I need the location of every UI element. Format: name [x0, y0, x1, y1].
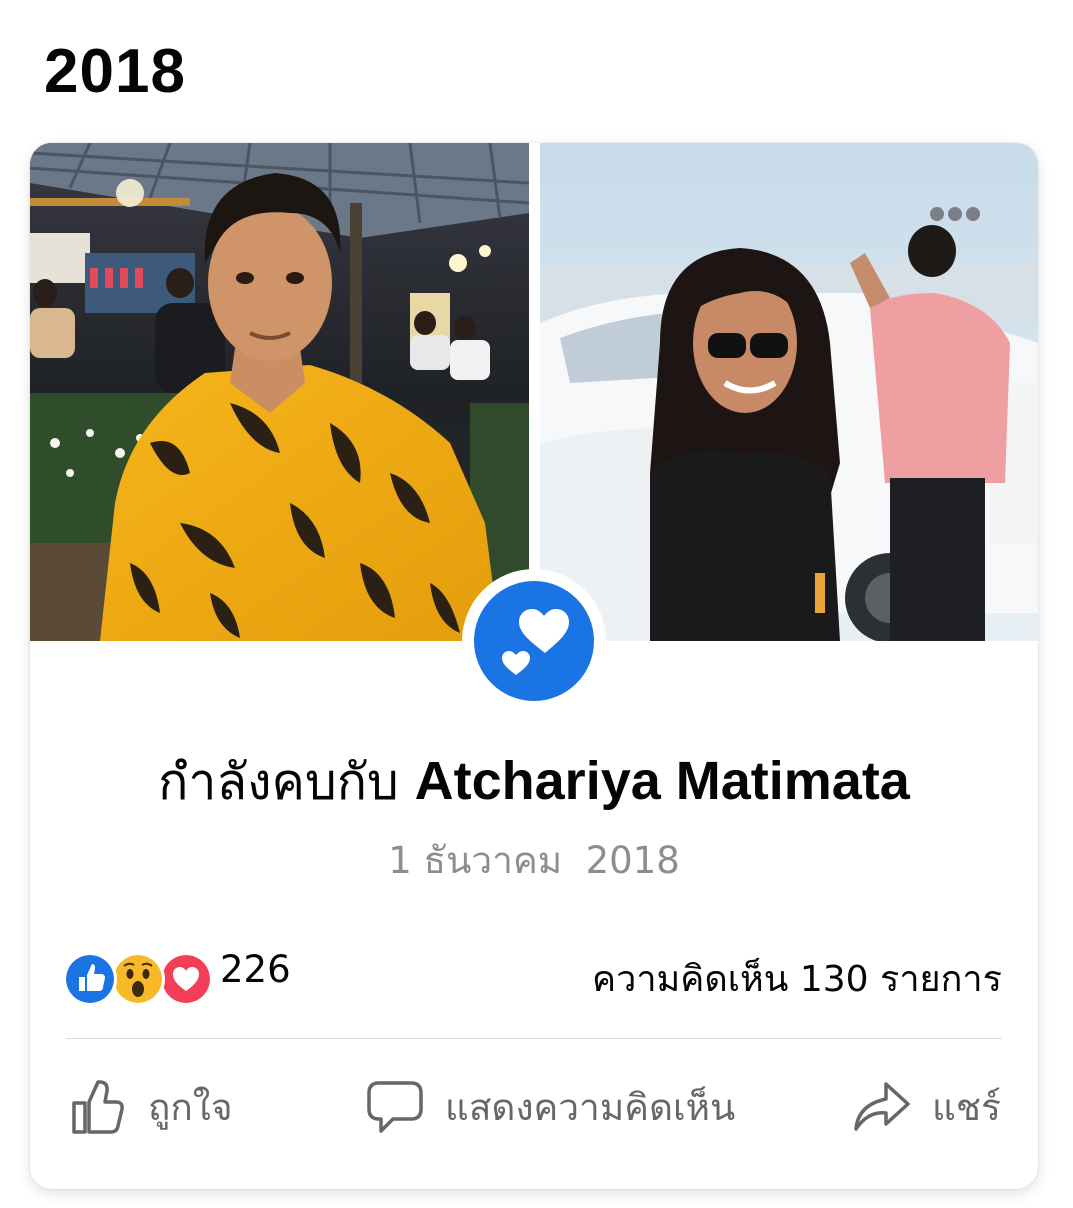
share-arrow-icon — [854, 1082, 910, 1131]
share-button[interactable]: แชร์ — [852, 1075, 1001, 1139]
more-options-icon[interactable] — [928, 205, 982, 223]
relationship-badge — [462, 569, 606, 713]
comments-count[interactable]: ความคิดเห็น 130 รายการ — [592, 950, 1002, 1007]
like-reaction-icon — [63, 952, 117, 1006]
comment-label: แสดงความคิดเห็น — [445, 1085, 736, 1129]
action-bar: ถูกใจ แสดงความคิดเห็น แชร์ — [30, 1063, 1038, 1153]
divider — [66, 1038, 1002, 1039]
comment-button[interactable]: แสดงความคิดเห็น — [365, 1075, 735, 1139]
like-button[interactable]: ถูกใจ — [70, 1075, 233, 1139]
reaction-count[interactable]: 226 — [220, 948, 291, 991]
like-label: ถูกใจ — [148, 1085, 233, 1129]
life-event-card: กำลังคบกับ Atchariya Matimata 1 ธันวาคม … — [30, 143, 1038, 1189]
event-date: 1 ธันวาคม 2018 — [388, 839, 680, 882]
partner-name[interactable]: Atchariya Matimata — [415, 751, 910, 811]
hearts-icon — [502, 609, 569, 675]
share-label: แชร์ — [932, 1085, 1001, 1129]
stats-bar: 226 ความคิดเห็น 130 รายการ — [63, 946, 1002, 1006]
thumbs-up-icon — [72, 1080, 124, 1134]
love-reaction-icon — [159, 952, 213, 1006]
year-heading: 2018 — [44, 37, 186, 106]
photos-row — [30, 143, 1038, 641]
comment-bubble-icon — [367, 1081, 423, 1133]
wow-reaction-icon — [111, 952, 165, 1006]
profile-photo-left[interactable] — [30, 143, 529, 641]
event-title: กำลังคบกับ Atchariya Matimata — [30, 743, 1038, 822]
event-prefix: กำลังคบกับ — [158, 753, 415, 811]
